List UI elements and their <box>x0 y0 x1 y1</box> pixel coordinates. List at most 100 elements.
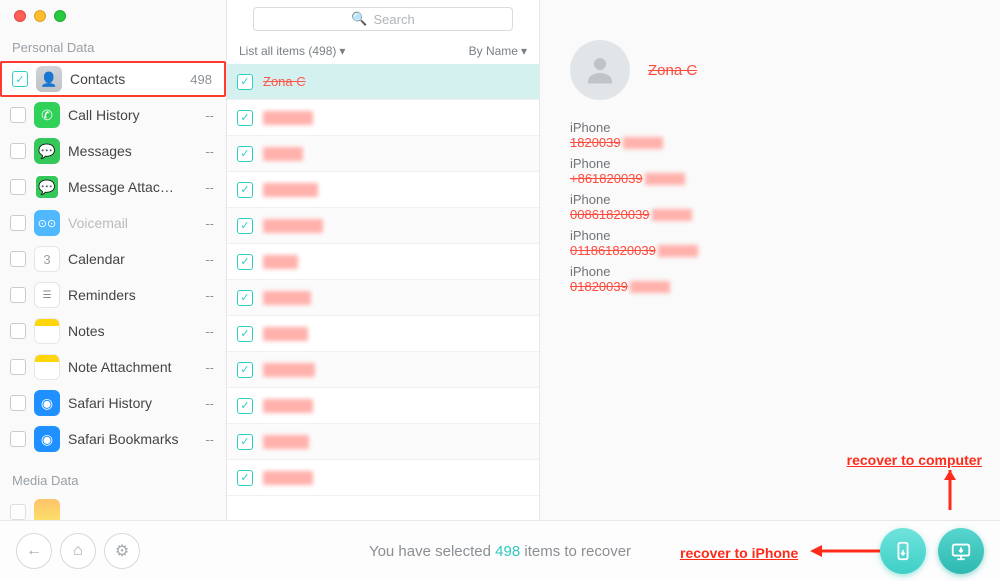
contact-name-redacted <box>263 471 313 485</box>
checkbox-icon[interactable]: ✓ <box>12 71 28 87</box>
checkbox-icon[interactable]: ✓ <box>237 434 253 450</box>
field-label: iPhone <box>570 192 970 207</box>
contact-name-redacted <box>263 183 318 197</box>
list-item[interactable]: ✓ <box>227 100 539 136</box>
contacts-list-panel: 🔍 Search List all items (498) ▾ By Name … <box>226 0 540 520</box>
field-label: iPhone <box>570 264 970 279</box>
sidebar-item-count: -- <box>205 360 216 375</box>
checkbox-icon[interactable] <box>10 251 26 267</box>
sidebar-item-note-attachment[interactable]: Note Attachment -- <box>0 349 226 385</box>
search-input[interactable]: 🔍 Search <box>253 7 513 31</box>
sidebar-item-contacts[interactable]: ✓ 👤 Contacts 498 <box>0 61 226 97</box>
contacts-list: ✓ Zona C ✓ ✓ ✓ ✓ ✓ ✓ ✓ ✓ ✓ ✓ ✓ <box>227 64 539 520</box>
contact-name: Zona C <box>263 74 306 89</box>
reminders-icon: ☰ <box>34 282 60 308</box>
sidebar-section-media: Media Data <box>0 467 226 494</box>
field-value: +861820039 <box>570 171 970 186</box>
messages-icon: 💬 <box>34 138 60 164</box>
sidebar-item-label: Call History <box>68 107 140 123</box>
checkbox-icon[interactable]: ✓ <box>237 326 253 342</box>
list-item[interactable]: ✓ <box>227 460 539 496</box>
sidebar-item-label: Note Attachment <box>68 359 172 375</box>
checkbox-icon[interactable]: ✓ <box>237 74 253 90</box>
list-item[interactable]: ✓ <box>227 316 539 352</box>
sidebar-item-safari-bookmarks[interactable]: ◉ Safari Bookmarks -- <box>0 421 226 457</box>
list-item[interactable]: ✓ <box>227 424 539 460</box>
sidebar-item-label: Safari History <box>68 395 152 411</box>
avatar <box>570 40 630 100</box>
checkbox-icon[interactable] <box>10 395 26 411</box>
checkbox-icon[interactable] <box>10 359 26 375</box>
field-label: iPhone <box>570 228 970 243</box>
contact-name-redacted <box>263 399 313 413</box>
sidebar-item-count: -- <box>205 288 216 303</box>
list-item[interactable]: ✓ <box>227 280 539 316</box>
contacts-icon: 👤 <box>36 66 62 92</box>
list-item[interactable]: ✓ <box>227 244 539 280</box>
list-item[interactable]: ✓ <box>227 352 539 388</box>
checkbox-icon[interactable]: ✓ <box>237 218 253 234</box>
sidebar-item-label: Contacts <box>70 71 125 87</box>
sort-dropdown[interactable]: By Name ▾ <box>469 44 527 58</box>
sidebar-item-label: Reminders <box>68 287 136 303</box>
status-pre: You have selected <box>369 543 495 560</box>
checkbox-icon[interactable]: ✓ <box>237 470 253 486</box>
filter-list-label: List all items (498) <box>239 44 336 58</box>
checkbox-icon[interactable]: ✓ <box>237 110 253 126</box>
sidebar-item-message-attach[interactable]: 💬 Message Attac… -- <box>0 169 226 205</box>
selection-status: You have selected 498 items to recover <box>369 543 631 560</box>
recover-to-computer-button[interactable] <box>938 528 984 574</box>
checkbox-icon[interactable] <box>10 215 26 231</box>
sidebar-item-call-history[interactable]: ✆ Call History -- <box>0 97 226 133</box>
sidebar-item-label: Notes <box>68 323 105 339</box>
sidebar-item-notes[interactable]: Notes -- <box>0 313 226 349</box>
checkbox-icon[interactable]: ✓ <box>237 146 253 162</box>
sidebar-section-personal: Personal Data <box>0 34 226 61</box>
list-item[interactable]: ✓ <box>227 136 539 172</box>
checkbox-icon[interactable]: ✓ <box>237 254 253 270</box>
sidebar-item-count: -- <box>205 108 216 123</box>
sidebar-item-calendar[interactable]: 3 Calendar -- <box>0 241 226 277</box>
checkbox-icon[interactable]: ✓ <box>237 362 253 378</box>
checkbox-icon[interactable] <box>10 287 26 303</box>
notes-icon <box>34 318 60 344</box>
checkbox-icon[interactable] <box>10 107 26 123</box>
sidebar-item-messages[interactable]: 💬 Messages -- <box>0 133 226 169</box>
filter-list-dropdown[interactable]: List all items (498) ▾ <box>239 44 345 58</box>
sidebar-item-reminders[interactable]: ☰ Reminders -- <box>0 277 226 313</box>
field-value: 011861820039 <box>570 243 970 258</box>
sidebar-item-label: Messages <box>68 143 132 159</box>
sidebar-item-label: Calendar <box>68 251 125 267</box>
home-button[interactable]: ⌂ <box>60 533 96 569</box>
contact-name-redacted <box>263 219 323 233</box>
back-button[interactable]: ← <box>16 533 52 569</box>
field-value: 01820039 <box>570 279 970 294</box>
sidebar-item-voicemail[interactable]: ⊙⊙ Voicemail -- <box>0 205 226 241</box>
checkbox-icon[interactable]: ✓ <box>237 182 253 198</box>
search-placeholder: Search <box>373 12 414 27</box>
list-item[interactable]: ✓ <box>227 172 539 208</box>
settings-button[interactable]: ⚙ <box>104 533 140 569</box>
contact-name-redacted <box>263 111 313 125</box>
voicemail-icon: ⊙⊙ <box>34 210 60 236</box>
contact-name-redacted <box>263 363 315 377</box>
list-item[interactable]: ✓ <box>227 208 539 244</box>
sidebar-item-safari-history[interactable]: ◉ Safari History -- <box>0 385 226 421</box>
sidebar-item-count: -- <box>205 216 216 231</box>
checkbox-icon[interactable]: ✓ <box>237 398 253 414</box>
calendar-icon: 3 <box>34 246 60 272</box>
checkbox-icon[interactable] <box>10 143 26 159</box>
checkbox-icon[interactable] <box>10 504 26 520</box>
checkbox-icon[interactable]: ✓ <box>237 290 253 306</box>
recover-to-iphone-button[interactable] <box>880 528 926 574</box>
list-item[interactable]: ✓ Zona C <box>227 64 539 100</box>
checkbox-icon[interactable] <box>10 323 26 339</box>
sidebar-item-count: -- <box>205 396 216 411</box>
bookmark-icon: ◉ <box>34 426 60 452</box>
checkbox-icon[interactable] <box>10 179 26 195</box>
contact-name-redacted <box>263 291 311 305</box>
contact-name-redacted <box>263 435 309 449</box>
list-item[interactable]: ✓ <box>227 388 539 424</box>
checkbox-icon[interactable] <box>10 431 26 447</box>
note-attachment-icon <box>34 354 60 380</box>
